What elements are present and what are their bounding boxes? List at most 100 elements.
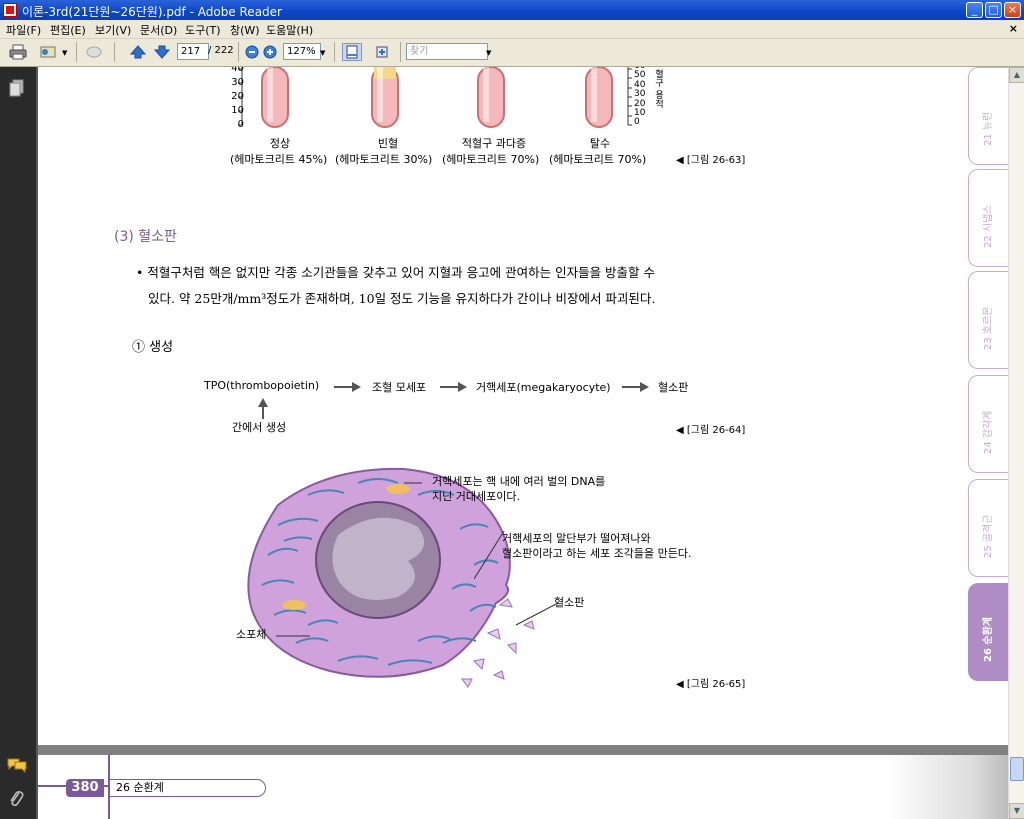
title-bar[interactable]: 이론-3rd(21단원~26단원).pdf - Adobe Reader _ □… [0, 0, 1024, 20]
test-tube-normal [261, 67, 289, 128]
document-viewport[interactable]: 40 30 20 10 0 60 50 40 30 20 10 0 혈구 용적 … [38, 67, 1008, 819]
flow-step-stem-cell: 조혈 모세포 [372, 381, 427, 394]
chapter-tab-label: 26 순환계 [983, 617, 994, 662]
tube-hct-anemia: (헤마토크리트 30%) [335, 153, 433, 166]
scroll-down-button[interactable]: ▼ [1009, 803, 1024, 819]
arrow-icon [622, 382, 649, 392]
organelle-label: 소포체 [236, 628, 267, 641]
email-icon[interactable] [38, 43, 58, 61]
email-dropdown-icon[interactable]: ▼ [62, 49, 67, 57]
zoom-out-icon[interactable] [242, 43, 262, 61]
page-number: 380 [66, 779, 104, 797]
toolbar-separator [400, 42, 401, 62]
tube-hct-polycythemia: (헤마토크리트 70%) [442, 153, 540, 166]
menu-tools[interactable]: 도구(T) [185, 22, 221, 38]
chapter-tab-label: 24 감각계 [983, 410, 994, 454]
flow-step-megakaryocyte: 거핵세포(megakaryocyte) [476, 381, 611, 394]
pdf-page: 380 26 순환계 [38, 755, 1008, 819]
toolbar-separator [238, 42, 239, 62]
chapter-tab-26[interactable]: 26 순환계 [968, 583, 1008, 681]
subheading: ① 생성 [132, 340, 174, 355]
scale-right-tick: 0 [634, 117, 640, 128]
figure-caption-65: ◀ [그림 26-65] [676, 679, 746, 690]
search-dropdown-icon[interactable]: ▼ [486, 49, 491, 57]
toolbar-separator [334, 42, 335, 62]
chapter-tab-label: 25 골격근 [983, 514, 994, 558]
tube-hct-dehydration: (헤마토크리트 70%) [549, 153, 647, 166]
pages-icon[interactable] [8, 79, 26, 100]
zoom-in-icon[interactable] [260, 43, 280, 61]
page-curl-shadow [888, 755, 1008, 819]
tube-label-dehydration: 탈수 [589, 137, 611, 150]
fit-width-icon[interactable] [372, 43, 392, 61]
menu-file[interactable]: 파일(F) [6, 22, 41, 38]
platelet-label: 혈소판 [554, 596, 585, 609]
minimize-button[interactable]: _ [966, 2, 983, 18]
test-tube-anemia [371, 67, 399, 128]
page-number-input[interactable]: 217 [177, 43, 209, 60]
comments-icon[interactable] [7, 757, 27, 776]
menu-document[interactable]: 문서(D) [140, 22, 177, 38]
figure-caption-64: ◀ [그림 26-64] [676, 425, 746, 436]
tube-hct-normal: (헤마토크리트 45%) [230, 153, 328, 166]
previous-page-icon[interactable] [128, 43, 148, 61]
pdf-page: 40 30 20 10 0 60 50 40 30 20 10 0 혈구 용적 … [38, 67, 1008, 745]
body-text-line-2: 있다. 약 25만개/mm³정도가 존재하며, 10일 정도 기능을 유지하다가… [148, 291, 656, 306]
scale-right: 60 50 40 30 20 10 0 [634, 67, 645, 128]
maximize-button[interactable]: □ [985, 2, 1002, 18]
flow-step-tpo: TPO(thrombopoietin) [204, 379, 320, 392]
test-tube-dehydration [585, 67, 613, 128]
liver-label: 간에서 생성 [232, 421, 287, 434]
navigation-panel [0, 67, 36, 819]
chapter-tab-label: 21 뉴런 [983, 111, 994, 146]
comment-icon[interactable] [84, 43, 104, 61]
zoom-dropdown-icon[interactable]: ▼ [320, 49, 325, 57]
callout-fragment-line-2: 혈소판이라고 하는 세포 조각들을 만든다. [502, 547, 692, 560]
fit-page-icon[interactable] [342, 43, 362, 61]
arrow-icon [334, 382, 361, 392]
page-total: / 222 [208, 45, 234, 56]
menu-edit[interactable]: 편집(E) [50, 22, 86, 38]
scale-left-tick: 10 [231, 105, 244, 116]
chapter-tab-21[interactable]: 21 뉴런 [968, 67, 1008, 165]
scale-left-tick: 0 [237, 119, 244, 130]
up-arrow-icon [258, 398, 268, 419]
scale-left-tick: 30 [231, 77, 244, 88]
callout-fragment-line-1: 거핵세포의 말단부가 떨어져나와 [502, 532, 651, 545]
tube-label-polycythemia: 적혈구 과다증 [461, 137, 527, 150]
toolbar: ▼ 217 / 222 127% ▼ 찾기 ▼ [0, 39, 1024, 67]
scale-left: 40 30 20 10 0 [226, 67, 244, 132]
arrow-icon [440, 382, 467, 392]
window-title: 이론-3rd(21단원~26단원).pdf - Adobe Reader [22, 5, 282, 19]
close-button[interactable]: × [1004, 2, 1021, 18]
menu-help[interactable]: 도움말(H) [266, 22, 313, 38]
vertical-scrollbar[interactable]: ▲ ▼ [1008, 67, 1024, 819]
print-icon[interactable] [8, 43, 28, 61]
chapter-footer: 26 순환계 [110, 779, 266, 797]
tube-label-normal: 정상 [269, 137, 291, 150]
menu-view[interactable]: 보기(V) [95, 22, 131, 38]
chapter-tab-24[interactable]: 24 감각계 [968, 375, 1008, 473]
search-input[interactable]: 찾기 [406, 43, 488, 60]
section-heading: (3) 혈소판 [114, 229, 177, 245]
chapter-tab-label: 22 시냅스 [983, 204, 994, 248]
chapter-tab-label: 23 호르몬 [983, 306, 994, 350]
scale-left-tick: 40 [231, 67, 244, 74]
document-close-button[interactable]: × [1009, 22, 1018, 35]
toolbar-separator [76, 42, 77, 62]
next-page-icon[interactable] [152, 43, 172, 61]
callout-megakaryocyte-line-1: 거핵세포는 핵 내에 여러 벌의 DNA를 [432, 475, 606, 488]
test-tube-polycythemia [477, 67, 505, 128]
chapter-tab-25[interactable]: 25 골격근 [968, 479, 1008, 577]
attachments-icon[interactable] [8, 789, 24, 810]
menu-window[interactable]: 창(W) [230, 22, 260, 38]
page-gap [38, 745, 1008, 755]
test-tubes-figure [238, 67, 632, 128]
scroll-up-button[interactable]: ▲ [1009, 67, 1024, 83]
chapter-tab-22[interactable]: 22 시냅스 [968, 169, 1008, 267]
chapter-tab-23[interactable]: 23 호르몬 [968, 271, 1008, 369]
body-text-line-1: • 적혈구처럼 핵은 없지만 각종 소기관들을 갖추고 있어 지혈과 응고에 관… [136, 265, 656, 280]
menu-bar: 파일(F) 편집(E) 보기(V) 문서(D) 도구(T) 창(W) 도움말(H… [0, 20, 1024, 39]
scrollbar-thumb[interactable] [1010, 757, 1024, 781]
zoom-level-input[interactable]: 127% [283, 43, 321, 60]
